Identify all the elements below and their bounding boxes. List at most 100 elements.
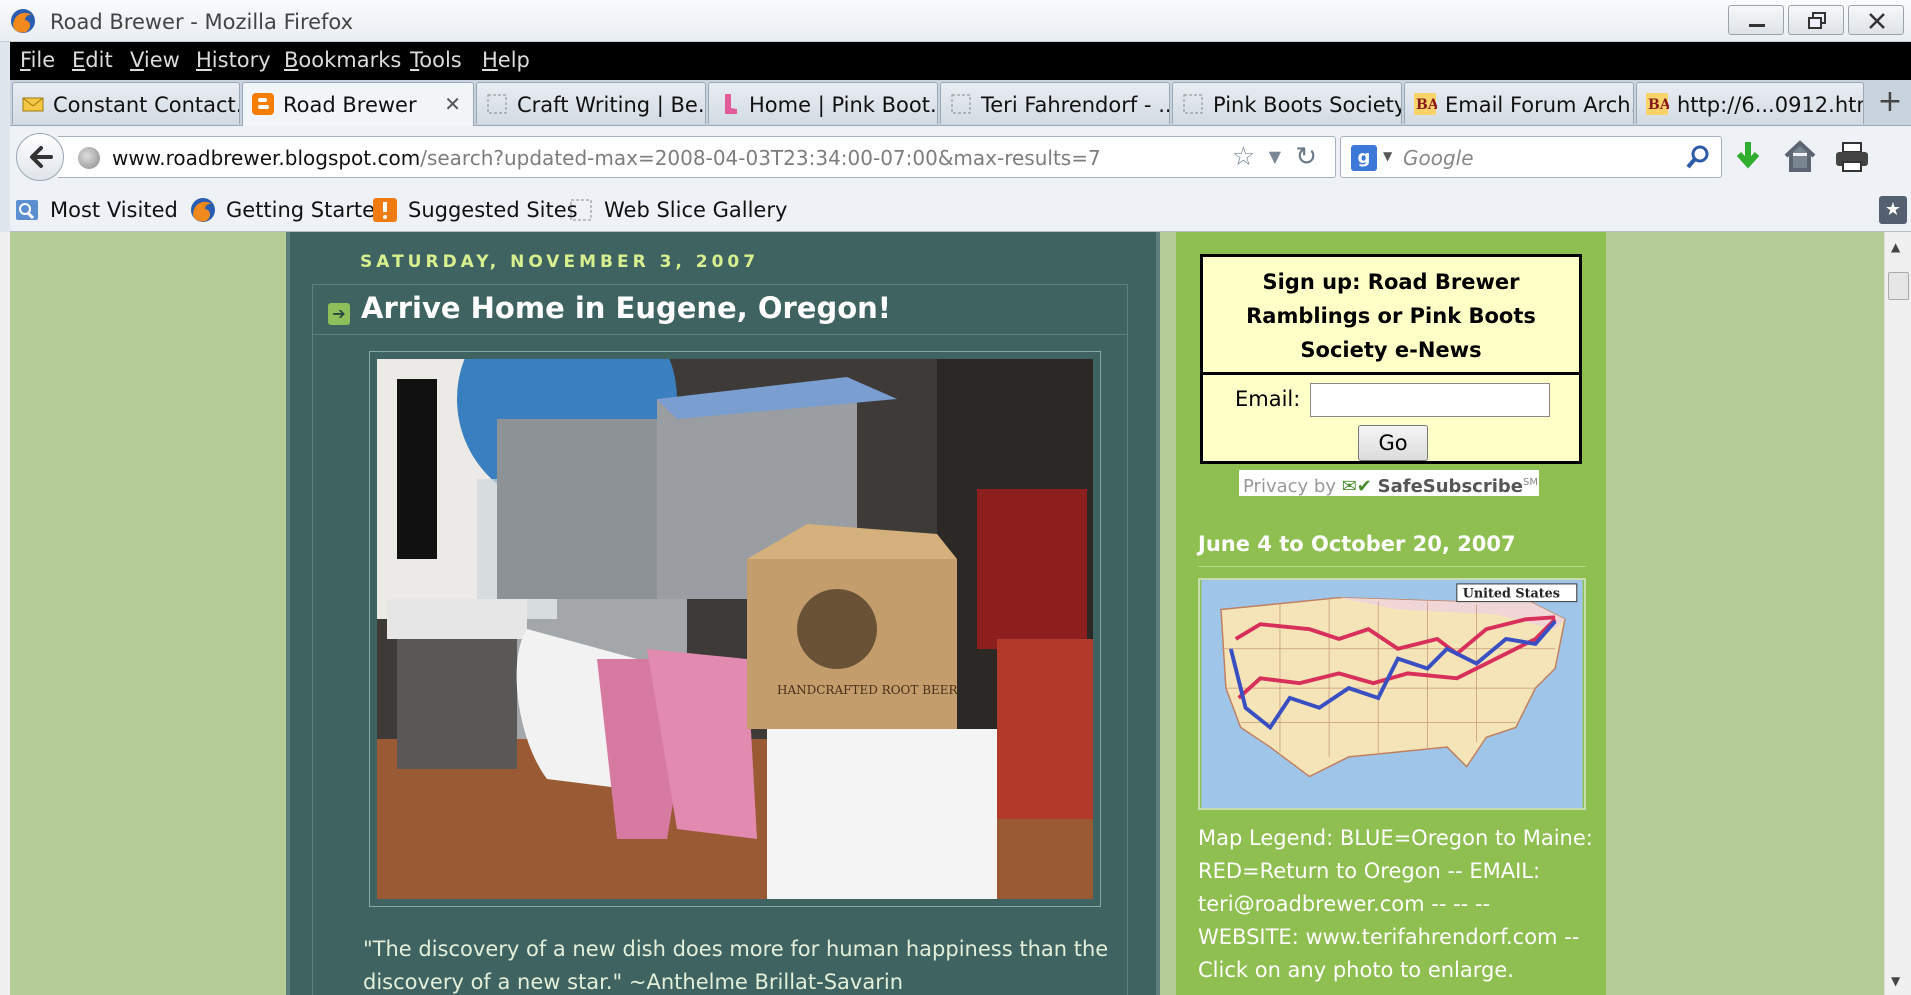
url-dropdown-icon[interactable]: ▼ (1269, 147, 1281, 166)
globe-icon (78, 147, 100, 169)
reload-icon[interactable]: ↻ (1295, 142, 1317, 172)
bookmark-most-visited[interactable]: Most Visited (14, 196, 178, 224)
tab-constant-contact[interactable]: Constant Contact... (12, 82, 240, 124)
email-label: Email: (1235, 387, 1301, 411)
restore-button[interactable] (1788, 5, 1844, 35)
menu-view[interactable]: View (130, 48, 180, 72)
firefox-logo-icon (11, 9, 35, 33)
close-window-button[interactable] (1848, 5, 1904, 35)
home-icon[interactable] (1780, 138, 1820, 176)
legend-line-2: RED=Return to Oregon -- EMAIL: (1198, 859, 1541, 883)
bookmark-label: Web Slice Gallery (604, 198, 788, 222)
post-arrow-icon: ➔ (328, 303, 350, 325)
tab-label: Teri Fahrendorf - ... (981, 93, 1170, 117)
post-date: SATURDAY, NOVEMBER 3, 2007 (360, 252, 760, 272)
tab-pink-boots-society[interactable]: Pink Boots Society (1172, 82, 1402, 124)
minimize-icon (1749, 24, 1765, 27)
tab-label: Pink Boots Society (1213, 93, 1402, 117)
ba-logo-icon: BA (1646, 93, 1669, 115)
blog-post: ➔ Arrive Home in Eugene, Oregon! HANDCRA… (312, 284, 1128, 995)
route-map-image[interactable]: United States (1198, 578, 1586, 810)
firefox-icon (191, 198, 215, 222)
window-left-edge (0, 232, 10, 995)
scrollbar-thumb[interactable] (1888, 272, 1909, 300)
search-icon[interactable] (1685, 143, 1711, 171)
menu-tools[interactable]: Tools (410, 48, 462, 72)
bookmark-label: Getting Started (226, 198, 389, 222)
minimize-button[interactable] (1728, 5, 1784, 35)
restore-icon (1808, 12, 1826, 29)
map-legend: Map Legend: BLUE=Oregon to Maine: RED=Re… (1198, 822, 1598, 987)
tab-http-0912[interactable]: BA http://6...0912.htm (1636, 82, 1864, 124)
back-button[interactable] (16, 133, 64, 181)
envelope-icon (22, 97, 44, 112)
google-engine-icon[interactable]: g (1351, 145, 1377, 171)
bookmark-label: Most Visited (50, 198, 178, 222)
sidebar-heading: June 4 to October 20, 2007 (1198, 532, 1586, 567)
tab-bar: Constant Contact... Road Brewer ✕ Craft … (10, 80, 1911, 127)
scroll-down-icon[interactable]: ▼ (1891, 974, 1900, 988)
post-photo-frame[interactable]: HANDCRAFTED ROOT BEER (369, 289, 1101, 907)
tab-home-pink-boots[interactable]: Home | Pink Boot... (708, 82, 938, 124)
menu-history[interactable]: History (196, 48, 271, 72)
close-tab-icon[interactable]: ✕ (444, 92, 461, 116)
tab-email-forum[interactable]: BA Email Forum Arch... (1404, 82, 1634, 124)
search-placeholder: Google (1403, 146, 1474, 170)
legend-line-5: Click on any photo to enlarge. (1198, 958, 1514, 982)
search-folder-icon (16, 200, 38, 220)
post-title-link[interactable]: Arrive Home in Eugene, Oregon! (361, 291, 891, 325)
checkmark-envelope-icon: ✉✔ (1341, 476, 1372, 497)
legend-line-4[interactable]: WEBSITE: www.terifahrendorf.com -- (1198, 921, 1598, 954)
pink-boot-icon (725, 94, 737, 114)
bookmark-web-slice-gallery[interactable]: Web Slice Gallery (568, 196, 787, 224)
tab-teri-fahrendorf[interactable]: Teri Fahrendorf - ... (940, 82, 1170, 124)
go-button[interactable]: Go (1358, 425, 1428, 461)
url-text[interactable]: www.roadbrewer.blogspot.com/search?updat… (112, 146, 1101, 170)
search-engine-dropdown-icon[interactable]: ▼ (1383, 149, 1392, 163)
search-bar[interactable]: g ▼ Google (1340, 136, 1722, 178)
tab-label: Craft Writing | Be... (517, 93, 706, 117)
legend-line-3[interactable]: teri@roadbrewer.com -- -- -- (1198, 888, 1598, 921)
bookmarks-menu-icon[interactable]: ★ (1879, 196, 1907, 224)
vertical-scrollbar[interactable]: ▲ ▼ (1884, 232, 1911, 995)
print-icon[interactable] (1832, 138, 1872, 176)
post-photo[interactable]: HANDCRAFTED ROOT BEER (377, 289, 1093, 899)
menu-edit[interactable]: Edit (72, 48, 113, 72)
bookmark-star-icon[interactable]: ☆ (1232, 142, 1255, 172)
post-quote: "The discovery of a new dish does more f… (363, 933, 1123, 995)
suggested-sites-icon (373, 198, 397, 222)
bookmark-getting-started[interactable]: Getting Started (190, 196, 388, 224)
blogger-icon (252, 93, 274, 115)
url-domain: www.roadbrewer.blogspot.com (112, 146, 421, 170)
signup-line-1: Sign up: Road Brewer (1262, 270, 1520, 294)
tab-road-brewer[interactable]: Road Brewer ✕ (242, 82, 474, 127)
safesubscribe-text: SafeSubscribe (1377, 476, 1523, 497)
close-icon (1869, 13, 1885, 29)
bookmark-suggested-sites[interactable]: Suggested Sites (372, 196, 578, 224)
scroll-up-icon[interactable]: ▲ (1891, 240, 1900, 254)
svg-text:BA: BA (1416, 97, 1437, 113)
tab-label: Home | Pink Boot... (749, 93, 938, 117)
tab-label: Email Forum Arch... (1445, 93, 1634, 117)
page-viewport: SATURDAY, NOVEMBER 3, 2007 ➔ Arrive Home… (10, 232, 1884, 995)
menu-help[interactable]: Help (482, 48, 530, 72)
url-path: /search?updated-max=2008-04-03T23:34:00-… (420, 146, 1101, 170)
safesubscribe-badge[interactable]: Privacy by ✉✔ SafeSubscribeSM (1239, 470, 1539, 497)
window-titlebar: Road Brewer - Mozilla Firefox (0, 0, 1911, 42)
tab-label: Road Brewer (283, 93, 417, 117)
email-field[interactable] (1310, 383, 1550, 417)
menu-file[interactable]: File (20, 48, 55, 72)
bookmarks-toolbar: Most Visited Getting Started Suggested S… (10, 188, 1911, 232)
menu-bookmarks[interactable]: Bookmarks (284, 48, 401, 72)
safesubscribe-sup: SM (1522, 477, 1538, 488)
new-tab-button[interactable]: + (1866, 84, 1911, 124)
map-label: United States (1463, 587, 1560, 602)
navigation-bar: www.roadbrewer.blogspot.com/search?updat… (10, 126, 1911, 188)
download-icon[interactable] (1728, 138, 1768, 176)
tab-label: Constant Contact... (53, 93, 240, 117)
address-bar[interactable]: www.roadbrewer.blogspot.com/search?updat… (58, 136, 1336, 178)
tab-label: http://6...0912.htm (1677, 93, 1864, 117)
signup-line-2: Ramblings or Pink Boots (1246, 304, 1536, 328)
tab-craft-writing[interactable]: Craft Writing | Be... (476, 82, 706, 124)
legend-line-1: Map Legend: BLUE=Oregon to Maine: (1198, 826, 1593, 850)
